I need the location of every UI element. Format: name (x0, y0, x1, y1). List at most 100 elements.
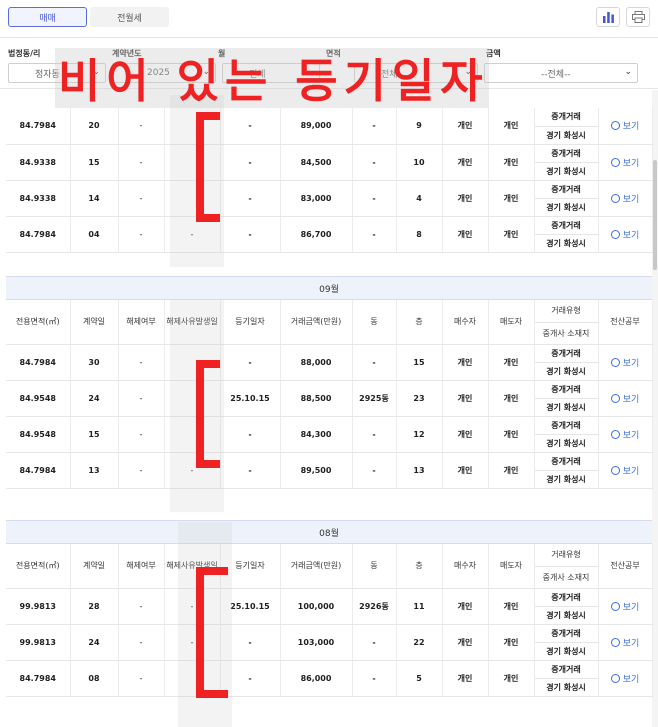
cell-building: 2926동 (352, 588, 397, 625)
col-registry: 전산공부 (598, 300, 653, 345)
col-agent-loc: 중개사 소재지 (534, 566, 599, 589)
cell-floor: 4 (396, 180, 443, 217)
cell-floor: 8 (396, 216, 443, 253)
magnifier-icon (610, 121, 620, 131)
cell-registry[interactable]: 보기 (598, 416, 653, 453)
col-cancel: 해제여부 (118, 544, 165, 589)
cell-floor: 5 (396, 660, 443, 697)
view-label: 보기 (622, 230, 640, 241)
cell-deal-type: 중개거래 (534, 180, 599, 199)
view-link[interactable]: 보기 (599, 636, 652, 649)
printer-icon (631, 11, 645, 23)
cell-day: 15 (70, 144, 119, 181)
cell-cancel: - (118, 588, 165, 625)
col-area: 전용면적(㎡) (6, 300, 71, 345)
cell-price: 103,000 (280, 624, 353, 661)
price-select[interactable]: --전체-- ⌄ (484, 63, 638, 83)
month-section-08: 08월 전용면적(㎡) 계약일 해제여부 해제사유발생일 등기일자 거래금액(만… (6, 520, 653, 697)
cell-price: 84,500 (280, 144, 353, 181)
cell-building: - (352, 216, 397, 253)
cell-registry[interactable]: 보기 (598, 660, 653, 697)
cell-area: 84.7984 (6, 344, 71, 381)
cell-day: 20 (70, 108, 119, 145)
cell-deal-type: 중개거래 (534, 216, 599, 235)
cell-agent-loc: 경기 화성시 (534, 642, 599, 661)
print-button[interactable] (626, 7, 650, 27)
col-floor: 층 (396, 544, 443, 589)
view-link[interactable]: 보기 (599, 228, 652, 241)
cell-buyer: 개인 (442, 660, 489, 697)
view-label: 보기 (622, 466, 640, 477)
cell-price: 83,000 (280, 180, 353, 217)
cell-building: - (352, 660, 397, 697)
annotation-bracket (196, 360, 220, 468)
cell-buyer: 개인 (442, 380, 489, 417)
view-link[interactable]: 보기 (599, 156, 652, 169)
month-section-10: 84.7984 20 - - 89,000 - 9 개인 개인 중개거래 보기 … (6, 108, 653, 253)
view-link[interactable]: 보기 (599, 428, 652, 441)
cell-deal-type: 중개거래 (534, 452, 599, 471)
cell-building: - (352, 416, 397, 453)
cell-day: 14 (70, 180, 119, 217)
table-row: 84.9338 15 - - 84,500 - 10 개인 개인 중개거래 보기 (6, 144, 653, 181)
cell-buyer: 개인 (442, 180, 489, 217)
scrollbar-thumb[interactable] (653, 160, 657, 270)
cell-buyer: 개인 (442, 452, 489, 489)
cell-floor: 13 (396, 452, 443, 489)
cell-floor: 12 (396, 416, 443, 453)
magnifier-icon (610, 601, 620, 611)
cell-registry[interactable]: 보기 (598, 216, 653, 253)
tab-sale[interactable]: 매매 (8, 7, 87, 27)
cell-seller: 개인 (488, 588, 535, 625)
col-price: 거래금액(만원) (280, 544, 353, 589)
cell-registry[interactable]: 보기 (598, 588, 653, 625)
col-cancel: 해제여부 (118, 300, 165, 345)
cell-registry[interactable]: 보기 (598, 624, 653, 661)
cell-price: 84,300 (280, 416, 353, 453)
cell-seller: 개인 (488, 344, 535, 381)
cell-day: 04 (70, 216, 119, 253)
cell-area: 84.7984 (6, 108, 71, 145)
cell-buyer: 개인 (442, 144, 489, 181)
cell-buyer: 개인 (442, 588, 489, 625)
view-link[interactable]: 보기 (599, 356, 652, 369)
magnifier-icon (610, 637, 620, 647)
tab-rent[interactable]: 전월세 (90, 7, 169, 27)
month-label: 08월 (319, 528, 339, 539)
cell-building: - (352, 624, 397, 661)
cell-registry[interactable]: 보기 (598, 344, 653, 381)
col-deal-type: 거래유형 (534, 300, 599, 323)
view-link[interactable]: 보기 (599, 464, 652, 477)
view-link[interactable]: 보기 (599, 600, 652, 613)
cell-deal-type: 중개거래 (534, 380, 599, 399)
cell-registry[interactable]: 보기 (598, 108, 653, 145)
col-building: 동 (352, 300, 397, 345)
cell-buyer: 개인 (442, 108, 489, 145)
view-label: 보기 (622, 430, 640, 441)
cell-day: 15 (70, 416, 119, 453)
cell-registry[interactable]: 보기 (598, 380, 653, 417)
cell-seller: 개인 (488, 452, 535, 489)
cell-area: 84.9338 (6, 180, 71, 217)
cell-registry[interactable]: 보기 (598, 144, 653, 181)
view-link[interactable]: 보기 (599, 192, 652, 205)
chevron-down-icon: ⌄ (624, 67, 632, 77)
cell-floor: 22 (396, 624, 443, 661)
cell-deal-type: 중개거래 (534, 588, 599, 607)
view-link[interactable]: 보기 (599, 119, 652, 132)
table-row: 84.7984 08 - - 86,000 - 5 개인 개인 중개거래 보기 (6, 660, 653, 697)
cell-registry[interactable]: 보기 (598, 452, 653, 489)
view-link[interactable]: 보기 (599, 672, 652, 685)
magnifier-icon (610, 229, 620, 239)
cell-cancel: - (118, 624, 165, 661)
cell-cancel: - (118, 380, 165, 417)
cell-registry[interactable]: 보기 (598, 180, 653, 217)
chart-button[interactable] (596, 7, 620, 27)
cell-area: 99.9813 (6, 624, 71, 661)
magnifier-icon (610, 357, 620, 367)
cell-area: 84.9338 (6, 144, 71, 181)
view-link[interactable]: 보기 (599, 392, 652, 405)
view-label: 보기 (622, 122, 640, 133)
col-price: 거래금액(만원) (280, 300, 353, 345)
col-agent-loc: 중개사 소재지 (534, 322, 599, 345)
